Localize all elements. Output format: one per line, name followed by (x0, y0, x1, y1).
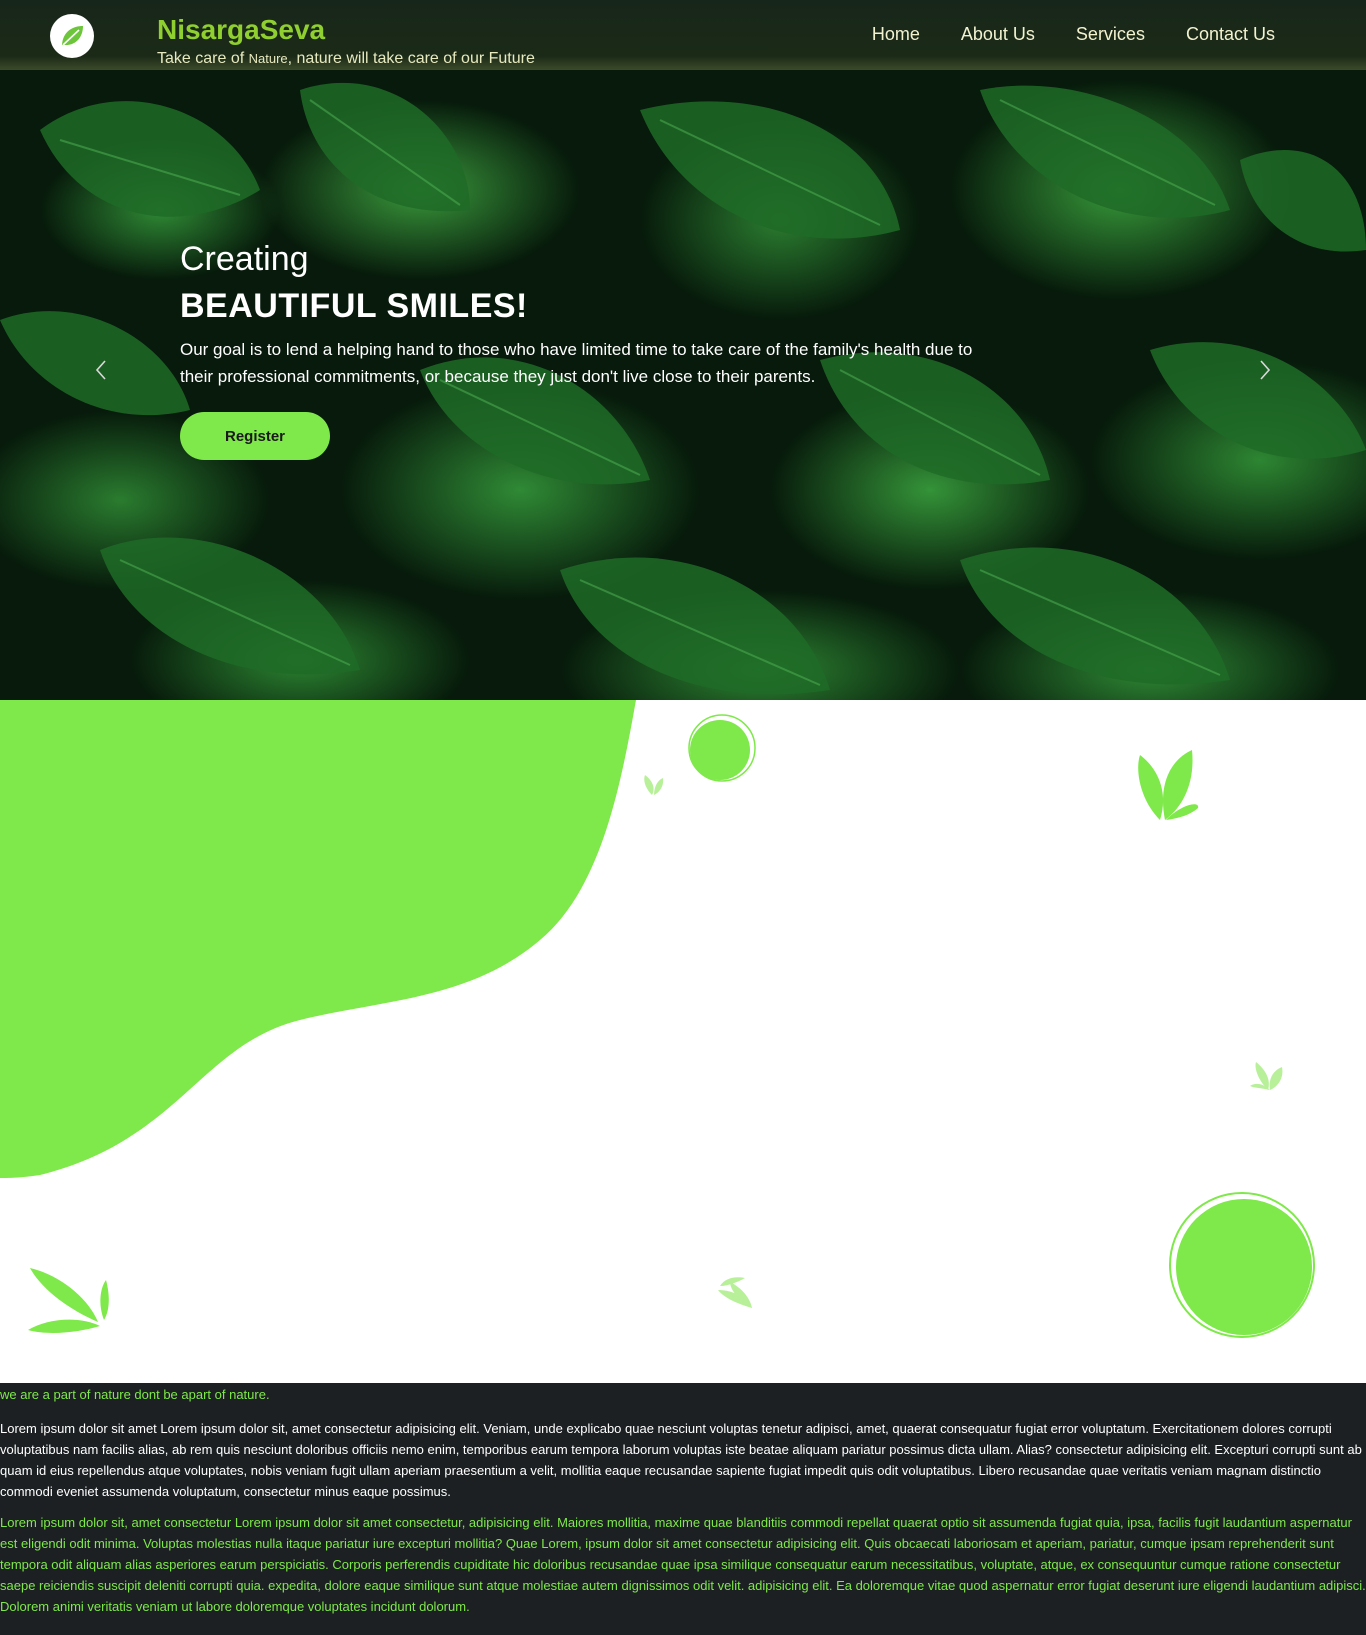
about-paragraph-2: Lorem ipsum dolor sit, amet consectetur … (0, 1515, 1366, 1614)
hero-caption: Creating BEAUTIFUL SMILES! Our goal is t… (180, 240, 980, 460)
hero-title: BEAUTIFUL SMILES! (180, 287, 528, 325)
nav-about-us[interactable]: About Us (961, 24, 1035, 45)
tagline-part2: , nature will take care of our Future (287, 50, 535, 67)
nav-contact-us[interactable]: Contact Us (1186, 24, 1275, 45)
decorative-shapes (0, 700, 1315, 1338)
brand-tagline: Take care of Nature, nature will take ca… (157, 50, 535, 68)
nav-home[interactable]: Home (872, 24, 920, 45)
register-button[interactable]: Register (180, 412, 330, 460)
hero-carousel: Creating BEAUTIFUL SMILES! Our goal is t… (0, 70, 1366, 700)
about-tagline: we are a part of nature dont be apart of… (0, 1387, 270, 1402)
navbar: NisargaSeva Take care of Nature, nature … (0, 0, 1366, 70)
circle-large (1176, 1199, 1312, 1335)
leaf-cluster-bottom-center (718, 1277, 752, 1308)
chevron-left-icon[interactable] (90, 358, 114, 382)
brand-name[interactable]: NisargaSeva (157, 14, 325, 46)
green-blob-shape (0, 700, 636, 1178)
leaf-icon (62, 26, 83, 46)
leaf-cluster-right (1250, 1062, 1283, 1090)
leaf-cluster-small (644, 775, 664, 795)
leaf-cluster-top-right (1138, 750, 1199, 820)
about-paragraph-1: Lorem ipsum dolor sit amet Lorem ipsum d… (0, 1421, 1362, 1499)
logo[interactable] (50, 14, 94, 58)
hero-description: Our goal is to lend a helping hand to th… (180, 340, 973, 386)
tagline-part1: Take care of (157, 50, 249, 67)
chevron-right-icon[interactable] (1252, 358, 1276, 382)
about-section: we are a part of nature dont be apart of… (0, 1383, 1366, 1635)
nav-services[interactable]: Services (1076, 24, 1145, 45)
leaf-cluster-bottom-left (28, 1268, 109, 1333)
main-nav: Home About Us Services Contact Us (872, 24, 1275, 45)
hero-subtitle: Creating (180, 240, 309, 278)
tagline-nature: Nature (248, 51, 288, 66)
decorative-section (0, 700, 1366, 1383)
